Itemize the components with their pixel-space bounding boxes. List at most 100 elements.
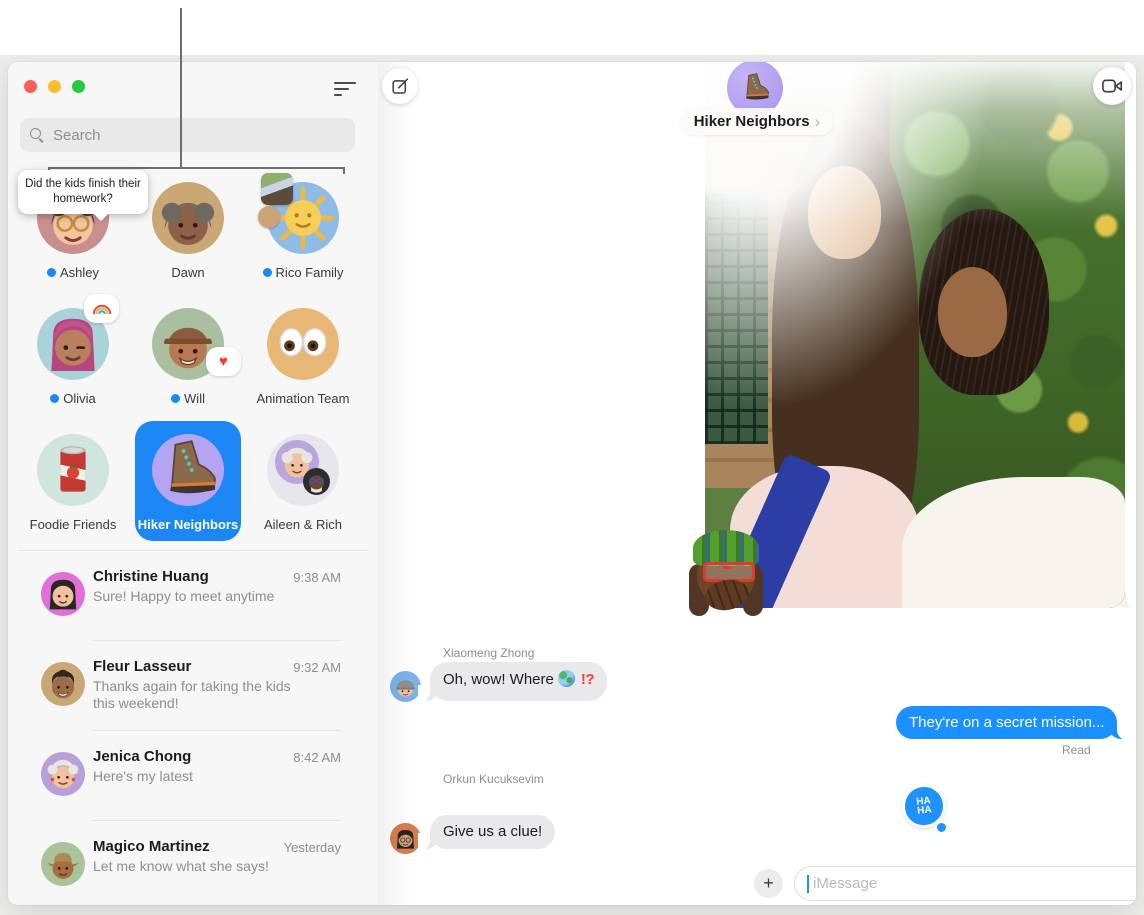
apps-plus-button[interactable]: + <box>754 869 783 898</box>
interrobang-emoji: !? <box>581 671 594 688</box>
pin-hiker-neighbors[interactable]: Hiker Neighbors <box>133 434 243 532</box>
video-camera-icon <box>1102 79 1123 93</box>
conversation-row-magico-martinez[interactable]: Magico Martinez Yesterday Let me know wh… <box>8 838 378 905</box>
avatar-christine-huang <box>41 572 85 616</box>
pin-dawn[interactable]: Dawn <box>133 182 243 280</box>
message-text: Oh, wow! Where <box>443 671 554 688</box>
rainbow-icon <box>91 302 113 315</box>
memoji-magico-icon <box>41 842 85 886</box>
message-sender: Orkun Kucuksevim <box>443 772 544 786</box>
conversation-name: Jenica Chong <box>93 748 191 765</box>
memoji-dawn-icon <box>152 182 224 254</box>
pin-label: Aileen & Rich <box>248 517 358 532</box>
close-window-button[interactable] <box>24 80 37 93</box>
message-sender: Xiaomeng Zhong <box>443 646 534 660</box>
pin-label: Animation Team <box>248 391 358 406</box>
unread-dot <box>171 394 180 403</box>
unread-dot <box>263 268 272 277</box>
memoji-rich-icon <box>303 468 330 495</box>
pin-label: Ashley <box>18 265 128 280</box>
conversation-preview: Thanks again for taking the kids this we… <box>93 678 303 712</box>
conversation-name: Fleur Lasseur <box>93 658 191 675</box>
avatar-fleur-lasseur <box>41 662 85 706</box>
conversation-preview: Sure! Happy to meet anytime <box>93 588 303 605</box>
pin-aileen-rich[interactable]: Aileen & Rich <box>248 434 358 532</box>
rainbow-badge <box>84 294 119 323</box>
pin-label: Olivia <box>18 391 128 406</box>
compose-icon <box>391 77 410 96</box>
memoji-christine-icon <box>41 572 85 616</box>
facetime-button[interactable] <box>1093 67 1131 105</box>
haha-text-2: HA <box>917 805 932 816</box>
avatar-will: ♥ <box>152 308 224 380</box>
tomato-can-icon <box>37 434 109 506</box>
avatar-hiker-neighbors <box>152 434 224 506</box>
avatar-animation-team <box>267 308 339 380</box>
conversation-row-jenica-chong[interactable]: Jenica Chong 8:42 AM Here's my latest <box>8 748 378 836</box>
hiking-boot-icon <box>152 434 224 506</box>
message-text: Give us a clue! <box>443 823 542 840</box>
pin-olivia[interactable]: Olivia <box>18 308 128 406</box>
message-input-field[interactable] <box>794 866 1136 901</box>
avatar-dawn <box>152 182 224 254</box>
pin-label: Dawn <box>133 265 243 280</box>
top-fade-overlay <box>705 62 1125 608</box>
conversation-title: Hiker Neighbors <box>694 113 810 130</box>
haha-sticker[interactable]: HA HA <box>902 784 946 830</box>
memoji-fleur-icon <box>41 662 85 706</box>
search-icon <box>30 128 44 142</box>
avatar-foodie-friends <box>37 434 109 506</box>
haha-tail-dot <box>935 821 948 834</box>
conversation-name: Magico Martinez <box>93 838 210 855</box>
divider <box>93 820 341 821</box>
conversation-row-christine-huang[interactable]: Christine Huang 9:38 AM Sure! Happy to m… <box>8 568 378 656</box>
search-input[interactable] <box>51 126 345 145</box>
pin-rico-family[interactable]: Rico Family <box>248 182 358 280</box>
new-message-button[interactable] <box>382 68 418 104</box>
conversation-row-fleur-lasseur[interactable]: Fleur Lasseur 9:32 AM Thanks again for t… <box>8 658 378 746</box>
pin-label: Hiker Neighbors <box>133 517 243 532</box>
divider <box>93 730 341 731</box>
pin-label: Foodie Friends <box>18 517 128 532</box>
group-photo-thumbnail <box>261 173 293 205</box>
avatar-xiaomeng-zhong <box>390 671 421 702</box>
conversation-title-button[interactable]: Hiker Neighbors › <box>681 108 834 135</box>
memoji-orkun-icon <box>390 823 421 854</box>
glasses-bridge <box>723 566 731 569</box>
avatar-rico-family <box>267 182 339 254</box>
incoming-message-bubble[interactable]: Give us a clue! <box>430 815 555 849</box>
search-field[interactable] <box>20 118 355 152</box>
plus-icon: + <box>763 873 774 894</box>
pin-foodie-friends[interactable]: Foodie Friends <box>18 434 128 532</box>
conversation-preview: Let me know what she says! <box>93 858 303 875</box>
message-input[interactable] <box>811 874 1136 893</box>
conversation-name: Christine Huang <box>93 568 209 585</box>
heart-badge: ♥ <box>206 347 241 376</box>
avatar-olivia <box>37 308 109 380</box>
globe-emoji-icon <box>558 670 575 687</box>
pin-animation-team[interactable]: Animation Team <box>248 308 358 406</box>
unread-dot <box>47 268 56 277</box>
avatar-jenica-chong <box>41 752 85 796</box>
chevron-right-icon: › <box>815 113 821 130</box>
photo-message[interactable] <box>705 62 1125 608</box>
pin-will[interactable]: ♥ Will <box>133 308 243 406</box>
minimize-window-button[interactable] <box>48 80 61 93</box>
callout-tooltip: Did the kids finish their homework? <box>18 170 148 214</box>
group-member-thumbnail <box>258 206 280 228</box>
zoom-window-button[interactable] <box>72 80 85 93</box>
messages-window: Ashley Dawn <box>8 62 1136 905</box>
filters-icon[interactable] <box>334 78 360 98</box>
message-text: They're on a secret mission... <box>909 714 1104 731</box>
incoming-message-bubble[interactable]: Oh, wow! Where!? <box>430 662 607 701</box>
conversation-time: 9:32 AM <box>293 660 341 675</box>
outgoing-message-bubble[interactable]: They're on a secret mission... <box>896 706 1117 739</box>
memoji-sticker-helmet[interactable] <box>685 528 767 622</box>
unread-dot <box>50 394 59 403</box>
chat-pane: Hiker Neighbors › Xiaomeng Zhong <box>378 62 1136 905</box>
conversation-header: Hiker Neighbors › <box>378 108 1136 135</box>
memoji-jenica-icon <box>41 752 85 796</box>
pin-label: Rico Family <box>248 265 358 280</box>
memoji-xiaomeng-icon <box>390 671 421 702</box>
avatar-orkun-kucuksevim <box>390 823 421 854</box>
